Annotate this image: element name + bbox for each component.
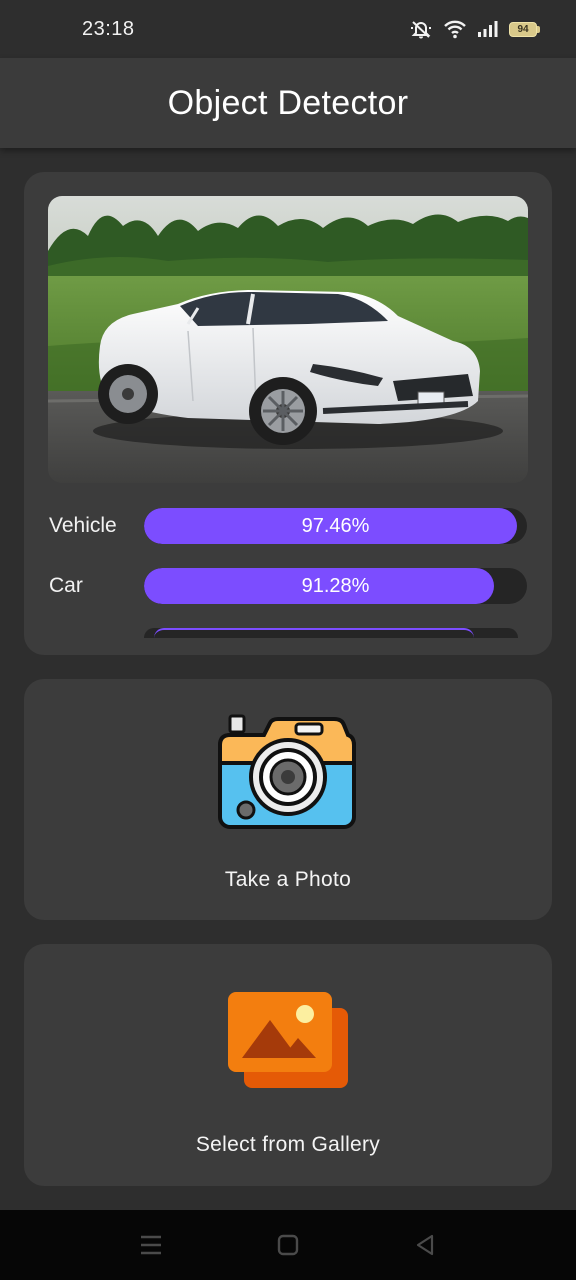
select-gallery-button[interactable]: Select from Gallery [24,944,552,1186]
take-photo-label: Take a Photo [224,868,352,891]
home-icon[interactable] [275,1232,301,1258]
camera-icon [218,714,356,829]
battery-icon: 94 [509,21,540,37]
screen: 23:18 94 Object Detector Vehicle 97.46% … [0,0,576,1280]
result-card: Vehicle 97.46% Car 91.28% [24,172,552,655]
status-bar: 23:18 94 [0,0,576,58]
signal-icon [478,21,498,37]
system-nav-bar [0,1210,576,1280]
take-photo-button[interactable]: Take a Photo [24,679,552,920]
result-label: Vehicle [49,514,117,537]
status-icons: 94 [409,19,540,39]
result-row-partial [144,628,518,638]
gallery-icon [228,992,348,1088]
selected-photo [48,196,528,483]
battery-level: 94 [509,21,537,37]
page-title: Object Detector [167,83,409,122]
confidence-bar-track: 91.28% [144,568,527,604]
confidence-value: 97.46% [301,514,370,537]
result-row-car: Car 91.28% [49,568,529,604]
app-bar: Object Detector [0,58,576,148]
back-icon[interactable] [412,1232,438,1258]
confidence-bar-fill [154,628,474,638]
select-gallery-label: Select from Gallery [195,1133,381,1156]
car-photo [48,196,528,483]
confidence-bar-track: 97.46% [144,508,527,544]
mute-icon [411,21,431,39]
result-label: Car [49,574,83,597]
menu-icon[interactable] [138,1232,164,1258]
battery-tip [537,25,540,33]
confidence-value: 91.28% [301,574,370,597]
wifi-icon [444,20,466,39]
result-row-vehicle: Vehicle 97.46% [49,508,529,544]
status-time: 23:18 [82,17,135,40]
